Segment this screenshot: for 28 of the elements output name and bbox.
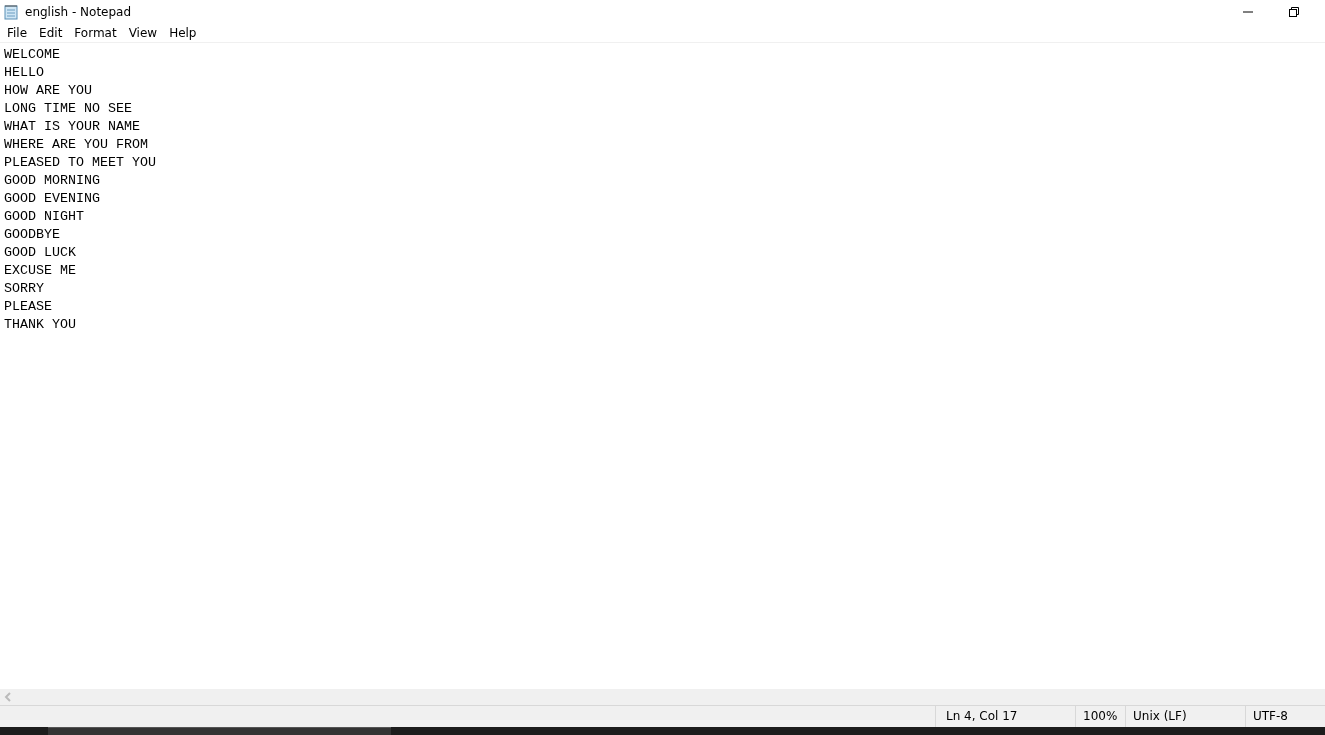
- text-line: EXCUSE ME: [4, 262, 76, 280]
- restore-icon[interactable]: [1288, 6, 1300, 18]
- text-line: WHERE ARE YOU FROM: [4, 136, 148, 154]
- menu-item[interactable]: File: [7, 26, 28, 40]
- text-line: GOOD LUCK: [4, 244, 76, 262]
- text-line: PLEASE: [4, 298, 52, 316]
- menu-item[interactable]: Help: [169, 26, 197, 40]
- scroll-left-icon[interactable]: [4, 692, 12, 702]
- horizontal-scrollbar[interactable]: [0, 689, 1325, 706]
- notepad-icon: [3, 4, 19, 20]
- taskbar-button[interactable]: [48, 727, 391, 735]
- menu-item[interactable]: Edit: [39, 26, 63, 40]
- text-line: WELCOME: [4, 46, 60, 64]
- text-line: GOOD EVENING: [4, 190, 100, 208]
- text-line: GOODBYE: [4, 226, 60, 244]
- text-editor[interactable]: WELCOME HELLO HOW ARE YOU LONG TIME NO SEE WHAT IS YOUR NAME WHERE ARE YOU FROM PLEASED TO MEET YOU GOOD MORNING GOOD EVENING GOOD NIGHT GOODBYE GOOD LUCK EXCUSE ME SORRY PLEASE THANK YOU: [0, 43, 1325, 689]
- text-line: THANK YOU: [4, 316, 76, 334]
- text-line: PLEASED TO MEET YOU: [4, 154, 156, 172]
- text-line: WHAT IS YOUR NAME: [4, 118, 140, 136]
- text-line: GOOD NIGHT: [4, 208, 84, 226]
- text-line: SORRY: [4, 280, 44, 298]
- text-line: HELLO: [4, 64, 44, 82]
- menu-item[interactable]: Format: [74, 26, 117, 40]
- menu-item[interactable]: View: [128, 26, 158, 40]
- text-line: HOW ARE YOU: [4, 82, 92, 100]
- text-line: GOOD MORNING: [4, 172, 100, 190]
- text-line: LONG TIME NO SEE: [4, 100, 132, 118]
- window-title: english - Notepad: [25, 5, 132, 19]
